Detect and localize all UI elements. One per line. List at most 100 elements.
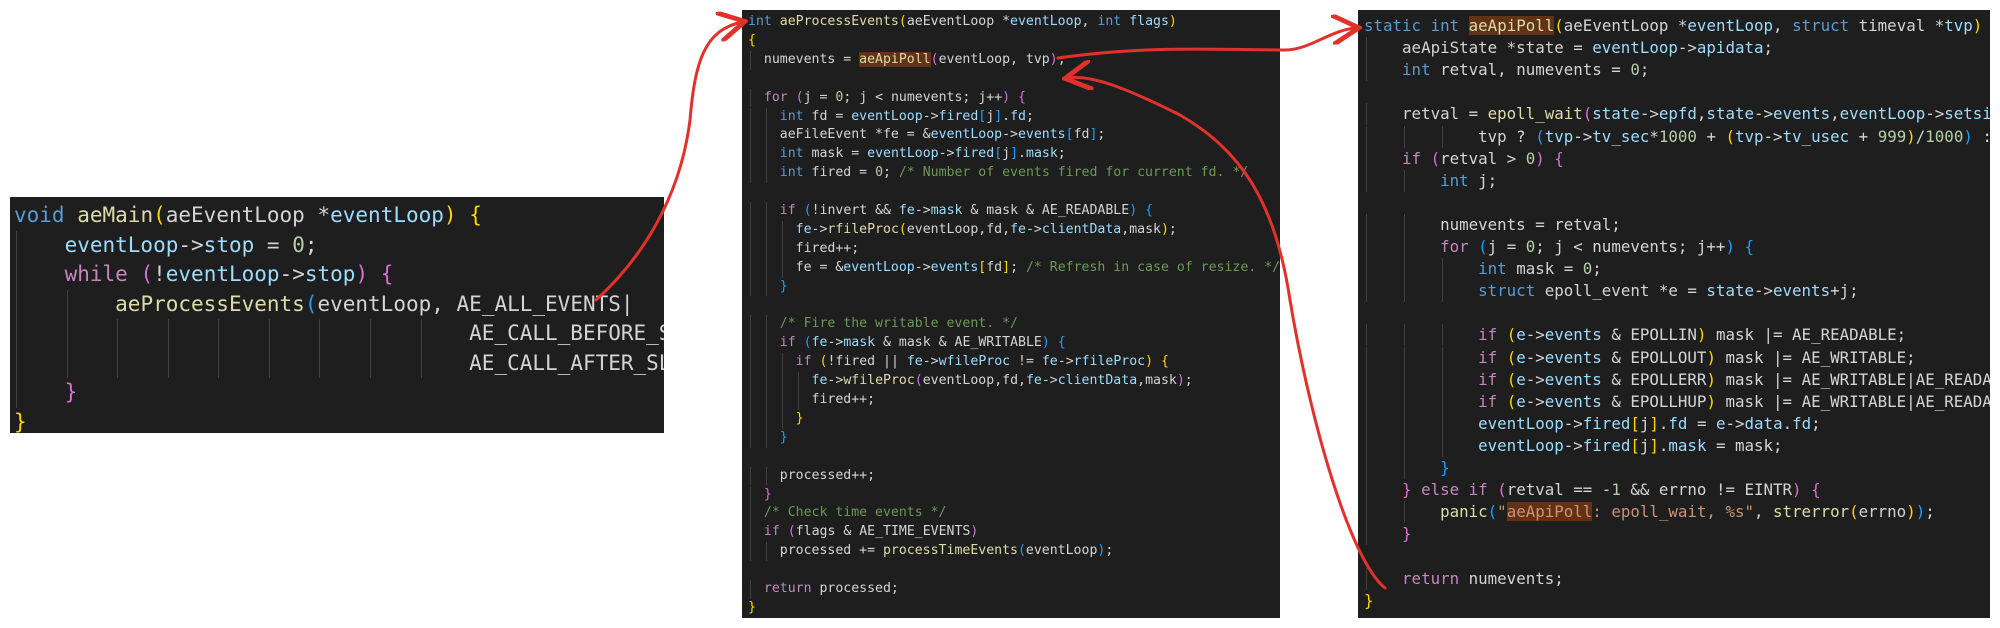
code-token: mask [1026,146,1058,162]
code-token: -> [914,203,931,218]
code-token: ) [1041,335,1050,351]
code-token: { [1744,237,1754,256]
code-token: return [763,581,812,596]
code-token: ( [1487,502,1498,522]
code-token: eventLoop [1478,413,1564,433]
code-token: + [1849,126,1878,146]
code-line: if (flags & AE_TIME_EVENTS) [748,523,978,542]
code-token: mask |= AE_WRITABLE|AE_READABLE; [1725,391,1990,411]
code-token: . [1782,413,1793,433]
code-token: ( [1017,543,1026,559]
code-token: mask = [803,146,868,162]
code-token: ( [1506,347,1517,367]
code-token: [ [994,146,1003,162]
code-token: & mask & AE_WRITABLE [875,335,1042,351]
code-token: { [1018,89,1026,105]
code-token: -> [1525,369,1545,389]
code-token: -> [1753,104,1774,124]
code-token: { [380,262,394,286]
code-token: tvp ? [1364,126,1536,146]
code-token: flags [1129,14,1169,29]
code-token: 0 [1582,259,1593,279]
code-token: j [1639,413,1650,433]
code-token: [ [1065,127,1074,143]
code-token: } [795,410,804,426]
code-token: void [14,203,65,227]
code-token: . [1658,435,1669,455]
code-line: for (j = 0; j < numevents; j++) { [1364,236,1754,258]
code-line: AE_CALL_BEFORE_SLEEP| [14,319,664,349]
code-token: fe [1041,354,1058,370]
code-token: -> [178,232,204,257]
code-line: if (!fired || fe->wfileProc != fe->rfile… [748,353,1169,372]
code-token: fe [1010,221,1026,237]
code-token: ( [1582,104,1593,124]
code-token: : epoll_wait, %s" [1592,502,1754,522]
code-token: eventLoop [867,146,939,162]
code-token: -> [922,354,939,370]
code-token: events [1773,281,1831,301]
code-token: fd [1010,108,1026,124]
code-token: [ [1630,413,1640,433]
code-token: ) [443,203,457,227]
code-token: / [1915,126,1926,146]
code-token: -> [1002,127,1018,143]
code-token: fired++; [748,392,876,407]
code-token: retval = [1364,104,1488,124]
code-token: events [1544,391,1602,411]
code-token: -> [279,262,305,286]
code-token: ] [1649,435,1659,455]
code-token: mask |= AE_WRITABLE; [1715,347,1916,367]
code-token: 999 [1877,126,1907,146]
code-token: fd = [803,108,852,124]
code-token: return [1402,568,1460,588]
code-token: != [1010,354,1042,370]
code-token: if [1478,369,1498,389]
code-token: -> [1525,325,1545,345]
code-line: processed++; [748,467,875,486]
code-line: int j; [1364,170,1497,192]
code-token: ( [1506,369,1517,389]
code-token: { [1811,480,1821,500]
code-token: & mask & AE_READABLE [962,203,1130,218]
code-token: ; [1592,259,1602,279]
code-token: eventLoop [1025,543,1098,559]
code-token: for [1440,237,1469,256]
code-token: ( [914,373,923,389]
code-token: ; j < numevents; j++ [843,89,1003,105]
code-token: ( [898,14,907,29]
code-line: } else if (retval == -1 && errno != EINT… [1364,479,1821,501]
code-token: -> [827,373,844,389]
code-token: } [1402,524,1412,544]
code-token: -> [1525,347,1545,367]
code-line: } [748,486,772,505]
code-token: data [1744,413,1783,433]
code-token: ; [304,232,318,257]
code-line: } [748,278,788,297]
code-line: tvp ? (tvp->tv_sec*1000 + (tvp->tv_usec … [1364,126,1990,148]
code-token: eventLoop [1592,38,1678,58]
code-token: ( [898,221,907,237]
code-token: fe [1025,373,1042,389]
code-token: . [1658,413,1669,433]
code-token: !invert && [811,203,899,218]
code-token: e [1516,347,1526,367]
code-token: { [748,32,756,48]
code-token: -> [1925,104,1945,124]
code-token: } [1402,480,1412,500]
code-line: return processed; [748,580,899,599]
